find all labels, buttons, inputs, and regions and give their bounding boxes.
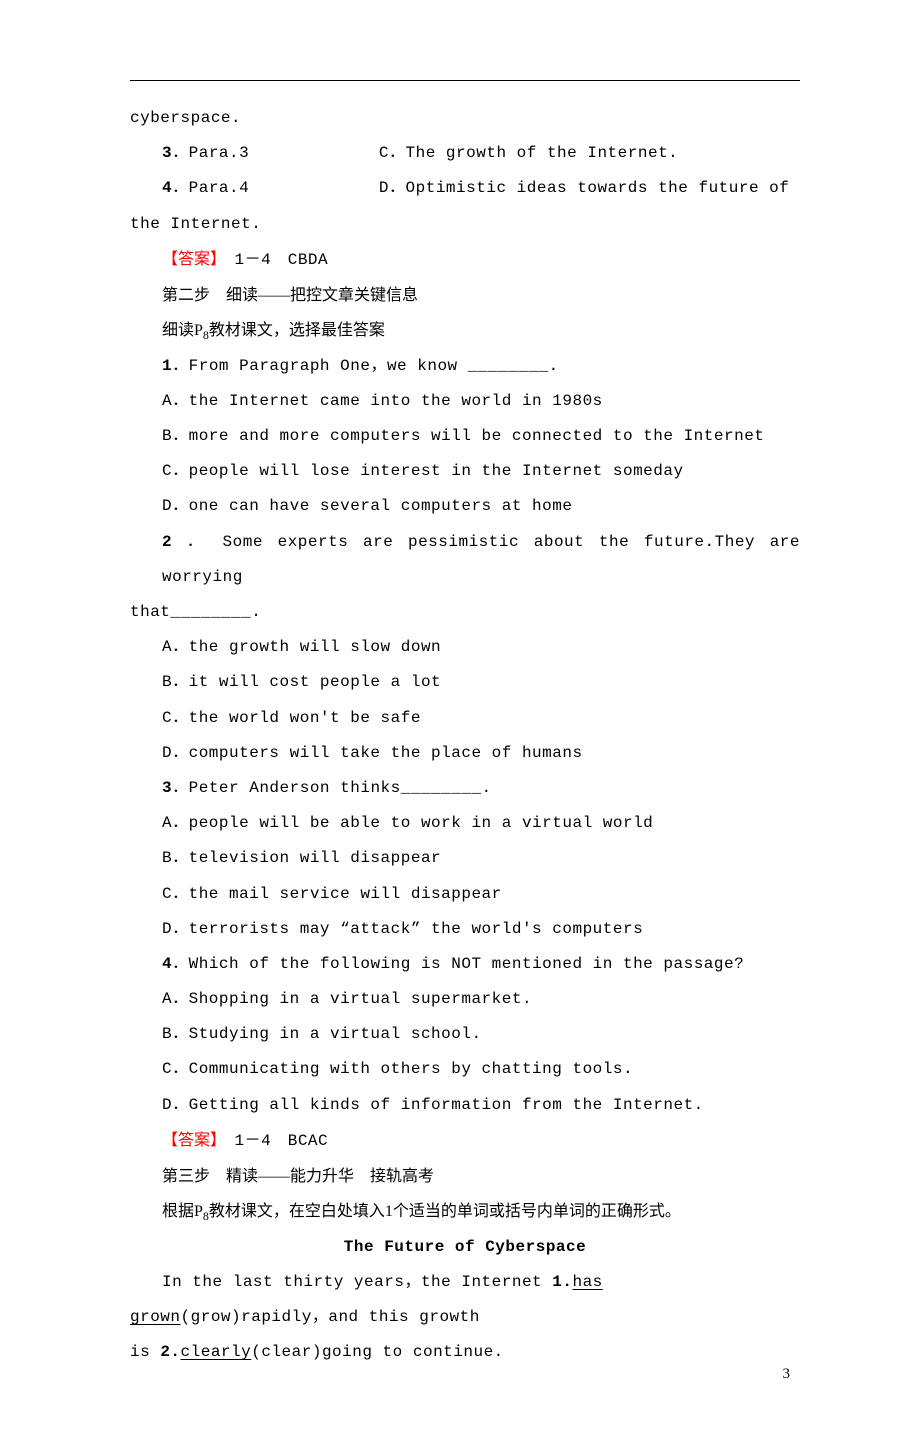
q1-a: A．the Internet came into the world in 19… [130, 384, 800, 419]
answer-2-label: 【答案】 [162, 1132, 218, 1149]
q1-num: 1 [162, 357, 172, 375]
q3-d: D．terrorists may “attack” the world's co… [130, 912, 800, 947]
line-the-internet: the Internet. [130, 207, 800, 242]
q4-text: ．Which of the following is NOT mentioned… [172, 955, 744, 973]
q4-num: 4 [162, 955, 172, 973]
q2-num: 2 [162, 533, 172, 551]
fill-line1: In the last thirty years，the Internet 1.… [130, 1265, 800, 1335]
q2-line1: 2 ． Some experts are pessimistic about t… [130, 525, 800, 595]
q3: 3．Peter Anderson thinks________. [130, 771, 800, 806]
fill-2-num: 2. [160, 1343, 180, 1361]
q2-a: A．the growth will slow down [130, 630, 800, 665]
step3-heading: 第三步 精读——能力升华 接轨高考 [130, 1159, 800, 1194]
q3-a: A．people will be able to work in a virtu… [130, 806, 800, 841]
fill-d: (clear)going to continue. [251, 1343, 504, 1361]
q1-d: D．one can have several computers at home [130, 489, 800, 524]
q2-d: D．computers will take the place of human… [130, 736, 800, 771]
q3-c: C．the mail service will disappear [130, 877, 800, 912]
page-number: 3 [783, 1358, 791, 1391]
step3-instr-a: 根据P [162, 1203, 203, 1220]
para3-row: 3．Para.3 C．The growth of the Internet. [130, 136, 800, 171]
step3-instruction: 根据P8教材课文，在空白处填入1个适当的单词或括号内单词的正确形式。 [130, 1194, 800, 1230]
passage-title: The Future of Cyberspace [130, 1230, 800, 1265]
q3-b: B．television will disappear [130, 841, 800, 876]
q4-a: A．Shopping in a virtual supermarket. [130, 982, 800, 1017]
fill-1-num: 1. [552, 1273, 572, 1291]
q2-text1: ． Some experts are pessimistic about the… [162, 533, 800, 586]
para4-label: 4．Para.4 [162, 171, 366, 206]
para3-label: 3．Para.3 [162, 136, 366, 171]
step3-instr-b: 教材课文，在空白处填入1个适当的单词或括号内单词的正确形式。 [209, 1203, 681, 1220]
top-rule [130, 80, 800, 81]
para4-text: ．Para.4 [172, 179, 249, 197]
q3-text: ．Peter Anderson thinks________. [172, 779, 492, 797]
q1-text: ．From Paragraph One，we know ________. [172, 357, 559, 375]
para4-num: 4 [162, 179, 172, 197]
fill-2-answer: clearly [181, 1343, 252, 1361]
para3-num: 3 [162, 144, 172, 162]
answer-1-text: 1－4 CBDA [218, 251, 328, 269]
step2-instruction: 细读P8教材课文，选择最佳答案 [130, 313, 800, 349]
q3-num: 3 [162, 779, 172, 797]
q4-b: B．Studying in a virtual school. [130, 1017, 800, 1052]
answer-2-text: 1－4 BCAC [218, 1132, 328, 1150]
q1-b: B．more and more computers will be connec… [130, 419, 800, 454]
answer-1: 【答案】 1－4 CBDA [130, 242, 800, 278]
q2-c: C．the world won't be safe [130, 701, 800, 736]
answer-2: 【答案】 1－4 BCAC [130, 1123, 800, 1159]
q4: 4．Which of the following is NOT mentione… [130, 947, 800, 982]
step2-heading: 第二步 细读——把控文章关键信息 [130, 278, 800, 313]
fill-line2: is 2.clearly(clear)going to continue. [130, 1335, 800, 1370]
step2-instr-b: 教材课文，选择最佳答案 [209, 322, 385, 339]
fill-b: (grow)rapidly，and this growth [181, 1308, 480, 1326]
line-cyberspace: cyberspace. [130, 101, 800, 136]
option-d: D．Optimistic ideas towards the future of [379, 171, 800, 206]
q2-line2: that________. [130, 595, 800, 630]
q1-c: C．people will lose interest in the Inter… [130, 454, 800, 489]
q4-c: C．Communicating with others by chatting … [130, 1052, 800, 1087]
fill-c: is [130, 1343, 160, 1361]
q2-b: B．it will cost people a lot [130, 665, 800, 700]
q1: 1．From Paragraph One，we know ________. [130, 349, 800, 384]
q4-d: D．Getting all kinds of information from … [130, 1088, 800, 1123]
answer-1-label: 【答案】 [162, 251, 218, 268]
para4-row: 4．Para.4 D．Optimistic ideas towards the … [130, 171, 800, 206]
step2-instr-a: 细读P [162, 322, 203, 339]
document-page: cyberspace. 3．Para.3 C．The growth of the… [0, 0, 920, 1431]
para3-text: ．Para.3 [172, 144, 249, 162]
fill-a: In the last thirty years，the Internet [162, 1273, 552, 1291]
option-c: C．The growth of the Internet. [379, 136, 800, 171]
